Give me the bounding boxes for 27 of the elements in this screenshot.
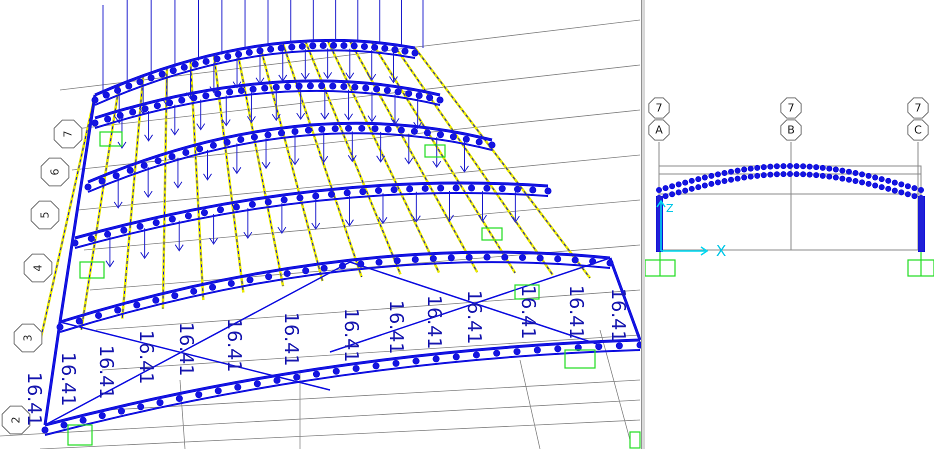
grid-bubble: 6 — [40, 158, 70, 186]
load-label: 16.41 — [57, 352, 79, 406]
load-label: 16.41 — [607, 288, 629, 342]
load-label: 16.41 — [95, 345, 117, 400]
load-label: 16.41 — [280, 312, 302, 366]
load-label: 16.41 — [340, 308, 362, 362]
load-label: 16.41 — [223, 318, 245, 372]
axis-label: Z — [666, 202, 674, 215]
load-label: 16.41 — [175, 322, 197, 376]
load-label: 16.41 — [565, 285, 587, 340]
grid-bubble: 7 — [780, 97, 802, 119]
axis-label: X — [716, 242, 726, 260]
grid-bubble: 7 — [907, 97, 929, 119]
grid-bubble: 3 — [14, 324, 42, 352]
load-label: 16.41 — [135, 330, 157, 384]
grid-bubble: C — [907, 119, 929, 141]
grid-bubble: A — [648, 119, 670, 141]
load-label: 16.41 — [423, 295, 445, 350]
grid-bubble: 4 — [24, 254, 52, 282]
grid-bubble: 7 — [54, 120, 82, 148]
grid-bubble: 5 — [30, 200, 60, 230]
load-label: 16.41 — [385, 300, 407, 354]
grid-bubble: 7 — [648, 97, 670, 119]
load-label: 16.41 — [517, 285, 539, 340]
load-label: 16.41 — [463, 290, 485, 344]
grid-bubble: B — [780, 119, 802, 141]
axis-arrow-icon — [656, 200, 708, 256]
